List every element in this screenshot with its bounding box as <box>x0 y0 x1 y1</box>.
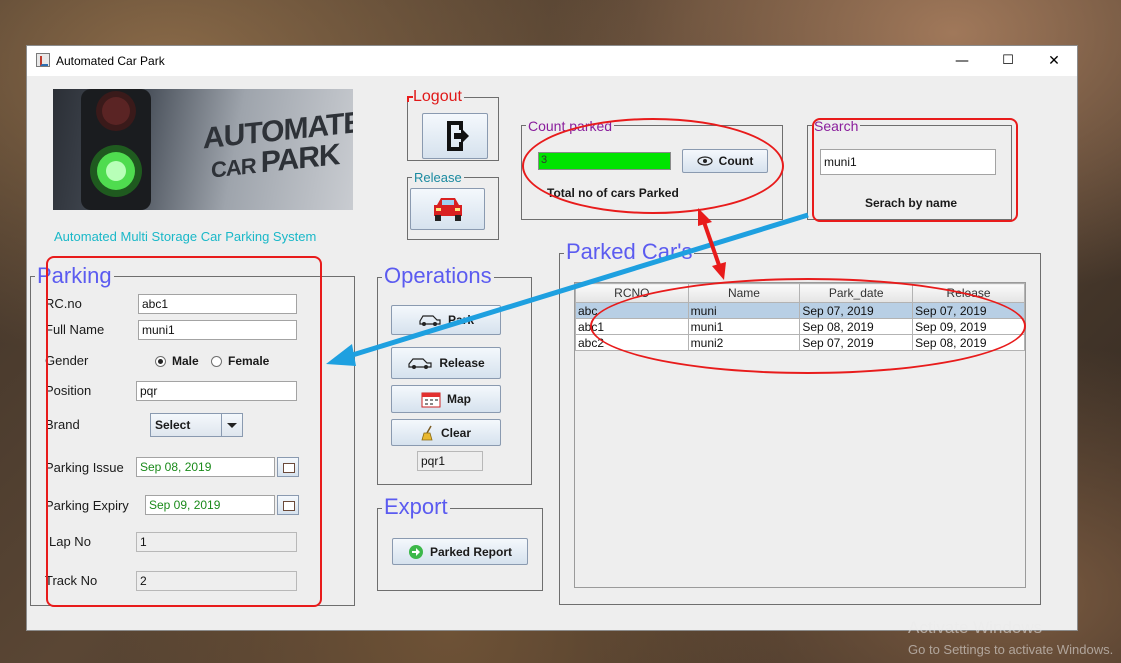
blue-arrow-line <box>345 212 809 360</box>
annotation-arrows <box>326 208 809 366</box>
activate-windows-watermark: Activate Windows <box>908 618 1043 637</box>
red-arrow-head-up <box>698 208 712 226</box>
red-arrow-head-down <box>712 262 726 280</box>
blue-arrow-head <box>326 344 356 366</box>
activate-windows-subtext: Go to Settings to activate Windows. <box>908 642 1114 657</box>
